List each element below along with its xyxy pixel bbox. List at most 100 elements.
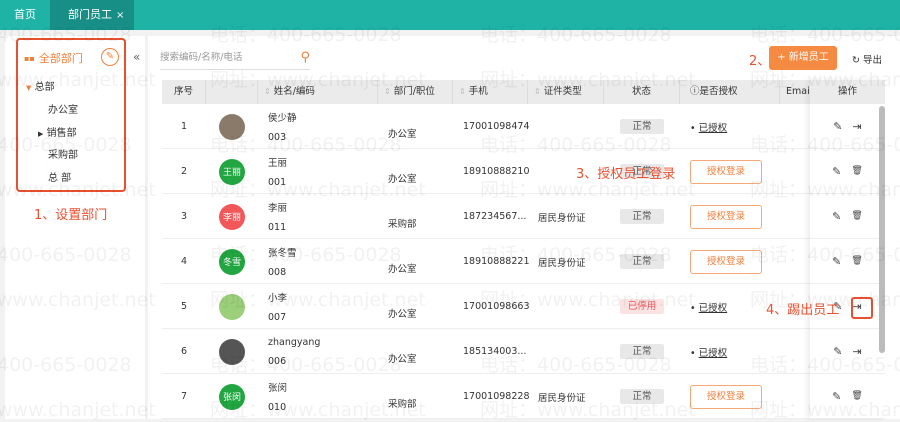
cell-avatar — [206, 284, 258, 329]
authorized-link[interactable]: • 已授权 — [690, 300, 727, 314]
table-row[interactable]: 2 王丽 王丽 001 办公室 18910888210 正常 授权登录 — [162, 149, 885, 194]
delete-icon[interactable]: 🗑 — [851, 211, 862, 221]
name-block: 李丽 011 — [268, 200, 287, 233]
authorize-login-button[interactable]: 授权登录 — [690, 384, 762, 409]
help-icon[interactable]: ⓘ — [690, 86, 700, 97]
row-number: 5 — [180, 301, 188, 312]
dept: 办公室 — [388, 173, 417, 185]
tree-node-hq[interactable]: ▼ 总部 — [26, 78, 55, 93]
delete-icon[interactable]: 🗑 — [851, 256, 862, 266]
all-departments[interactable]: ▪▪ 全部部门 — [24, 50, 83, 66]
dept: 办公室 — [388, 353, 417, 365]
edit-department-icon[interactable]: ✎ — [101, 48, 119, 66]
dept: 办公室 — [388, 263, 417, 275]
close-icon[interactable]: × — [116, 10, 124, 21]
status-badge: 正常 — [620, 254, 664, 269]
sort-icon: ⇕ — [459, 87, 466, 96]
authorize-login-button[interactable]: 授权登录 — [690, 159, 762, 184]
cell-auth: • 已授权 — [680, 104, 780, 149]
avatar — [219, 338, 245, 365]
cell-avatar: 张闵 — [206, 374, 258, 419]
dot-icon: • — [690, 302, 699, 314]
ops-cell: ✎ 🗑 — [810, 149, 885, 194]
row-number: 2 — [180, 166, 188, 177]
tab-department-staff[interactable]: 部门员工 × — [50, 0, 135, 30]
annotation-3: 3、授权员工登录 — [576, 167, 676, 182]
delete-icon[interactable]: 🗑 — [851, 391, 862, 401]
cell-id-type — [528, 284, 604, 329]
tab-home[interactable]: 首页 — [0, 0, 50, 30]
col-phone[interactable]: ⇕ 手机 — [453, 80, 528, 104]
sort-icon: ⇕ — [534, 87, 541, 96]
cell-avatar: 冬雪 — [206, 239, 258, 284]
status-badge: 正常 — [620, 389, 664, 404]
col-email: Emai — [786, 86, 810, 97]
id-type: 居民身份证 — [538, 212, 586, 224]
phone: 17001098663 — [463, 301, 530, 312]
cell-no: 5 — [162, 284, 206, 329]
authorize-login-button[interactable]: 授权登录 — [690, 204, 762, 229]
search-icon[interactable]: ⚲ — [300, 48, 310, 68]
auth-label: 已授权 — [698, 302, 728, 314]
cell-no: 4 — [162, 239, 206, 284]
col-dept[interactable]: ⇕ 部门/职位 — [378, 80, 453, 104]
cell-dept: 办公室 — [378, 239, 453, 284]
ops-cell: ✎ 🗑 — [810, 374, 885, 419]
cell-no: 3 — [162, 194, 206, 239]
cell-avatar: 李丽 — [206, 194, 258, 239]
collapse-icon[interactable]: « — [133, 50, 140, 64]
cell-name: 侯少静 003 — [258, 104, 378, 149]
delete-icon[interactable]: 🗑 — [851, 166, 862, 176]
authorized-link[interactable]: • 已授权 — [690, 120, 727, 134]
header-label: 姓名/编码 — [273, 86, 315, 97]
dept: 采购部 — [388, 218, 417, 230]
cell-phone: 185134003... — [453, 329, 528, 374]
authorized-link[interactable]: • 已授权 — [690, 345, 727, 359]
annotation-1: 1、设置部门 — [34, 208, 108, 223]
cell-status: 正常 — [604, 374, 680, 419]
table-row[interactable]: 7 张闵 张闵 010 采购部 17001098228 居民身份证 正常 授权登录 — [162, 374, 885, 419]
edit-icon[interactable]: ✎ — [833, 120, 842, 133]
ops-cell: ✎ ⇥ — [810, 104, 885, 149]
phone: 17001098474 — [463, 121, 530, 132]
row-number: 1 — [180, 121, 188, 132]
edit-icon[interactable]: ✎ — [832, 210, 841, 223]
cell-no: 6 — [162, 329, 206, 374]
tree-node-purchase[interactable]: 采购部 — [48, 146, 78, 161]
kick-out-icon[interactable]: ⇥ — [853, 120, 862, 133]
add-employee-button[interactable]: + 新增员工 — [769, 46, 837, 70]
phone: 17001098228 — [463, 391, 530, 402]
cell-dept: 采购部 — [378, 374, 453, 419]
export-button[interactable]: ↻ 导出 — [852, 52, 882, 66]
employee-name: 王丽 — [268, 158, 288, 169]
cell-no: 2 — [162, 149, 206, 194]
edit-icon[interactable]: ✎ — [832, 165, 841, 178]
col-ops: 操作 — [810, 80, 885, 104]
tree-node-hq2[interactable]: 总 部 — [48, 169, 71, 184]
col-id-type[interactable]: ⇕ 证件类型 — [528, 80, 604, 104]
row-number: 4 — [180, 256, 188, 267]
search-input[interactable]: 搜索编码/名称/电话 ⚲ — [160, 48, 310, 70]
edit-icon[interactable]: ✎ — [833, 345, 842, 358]
authorize-login-button[interactable]: 授权登录 — [690, 249, 762, 274]
table-row[interactable]: 6 zhangyang 006 办公室 185134003... 正常 • 已授权 — [162, 329, 885, 374]
cell-name: 张闵 010 — [258, 374, 378, 419]
edit-icon[interactable]: ✎ — [832, 255, 841, 268]
employee-code: 006 — [268, 355, 287, 367]
export-label: 导出 — [863, 55, 883, 66]
col-name[interactable]: ⇕ 姓名/编码 — [258, 80, 378, 104]
cell-phone: 17001098663 — [453, 284, 530, 329]
tree-node-sales[interactable]: ▶ 销售部 — [38, 124, 77, 139]
cell-id-type: 居民身份证 — [528, 374, 604, 419]
kick-out-icon[interactable]: ⇥ — [853, 345, 862, 358]
table-row[interactable]: 3 李丽 李丽 011 采购部 187234567... 居民身份证 正常 授权登录 — [162, 194, 885, 239]
table-row[interactable]: 1 侯少静 003 办公室 17001098474 正常 • 已授权 — [162, 104, 885, 149]
table-row[interactable]: 4 冬雪 张冬雪 008 办公室 18910888221 居民身份证 正常 授权登录 — [162, 239, 885, 284]
header-label: 是否授权 — [699, 86, 738, 97]
edit-icon[interactable]: ✎ — [832, 390, 841, 403]
tree-node-office[interactable]: 办公室 — [48, 101, 78, 116]
scrollbar[interactable] — [879, 106, 885, 353]
employee-code: 007 — [268, 312, 287, 323]
cell-name: 小李 007 — [258, 284, 378, 329]
col-no: 序号 — [162, 80, 206, 104]
